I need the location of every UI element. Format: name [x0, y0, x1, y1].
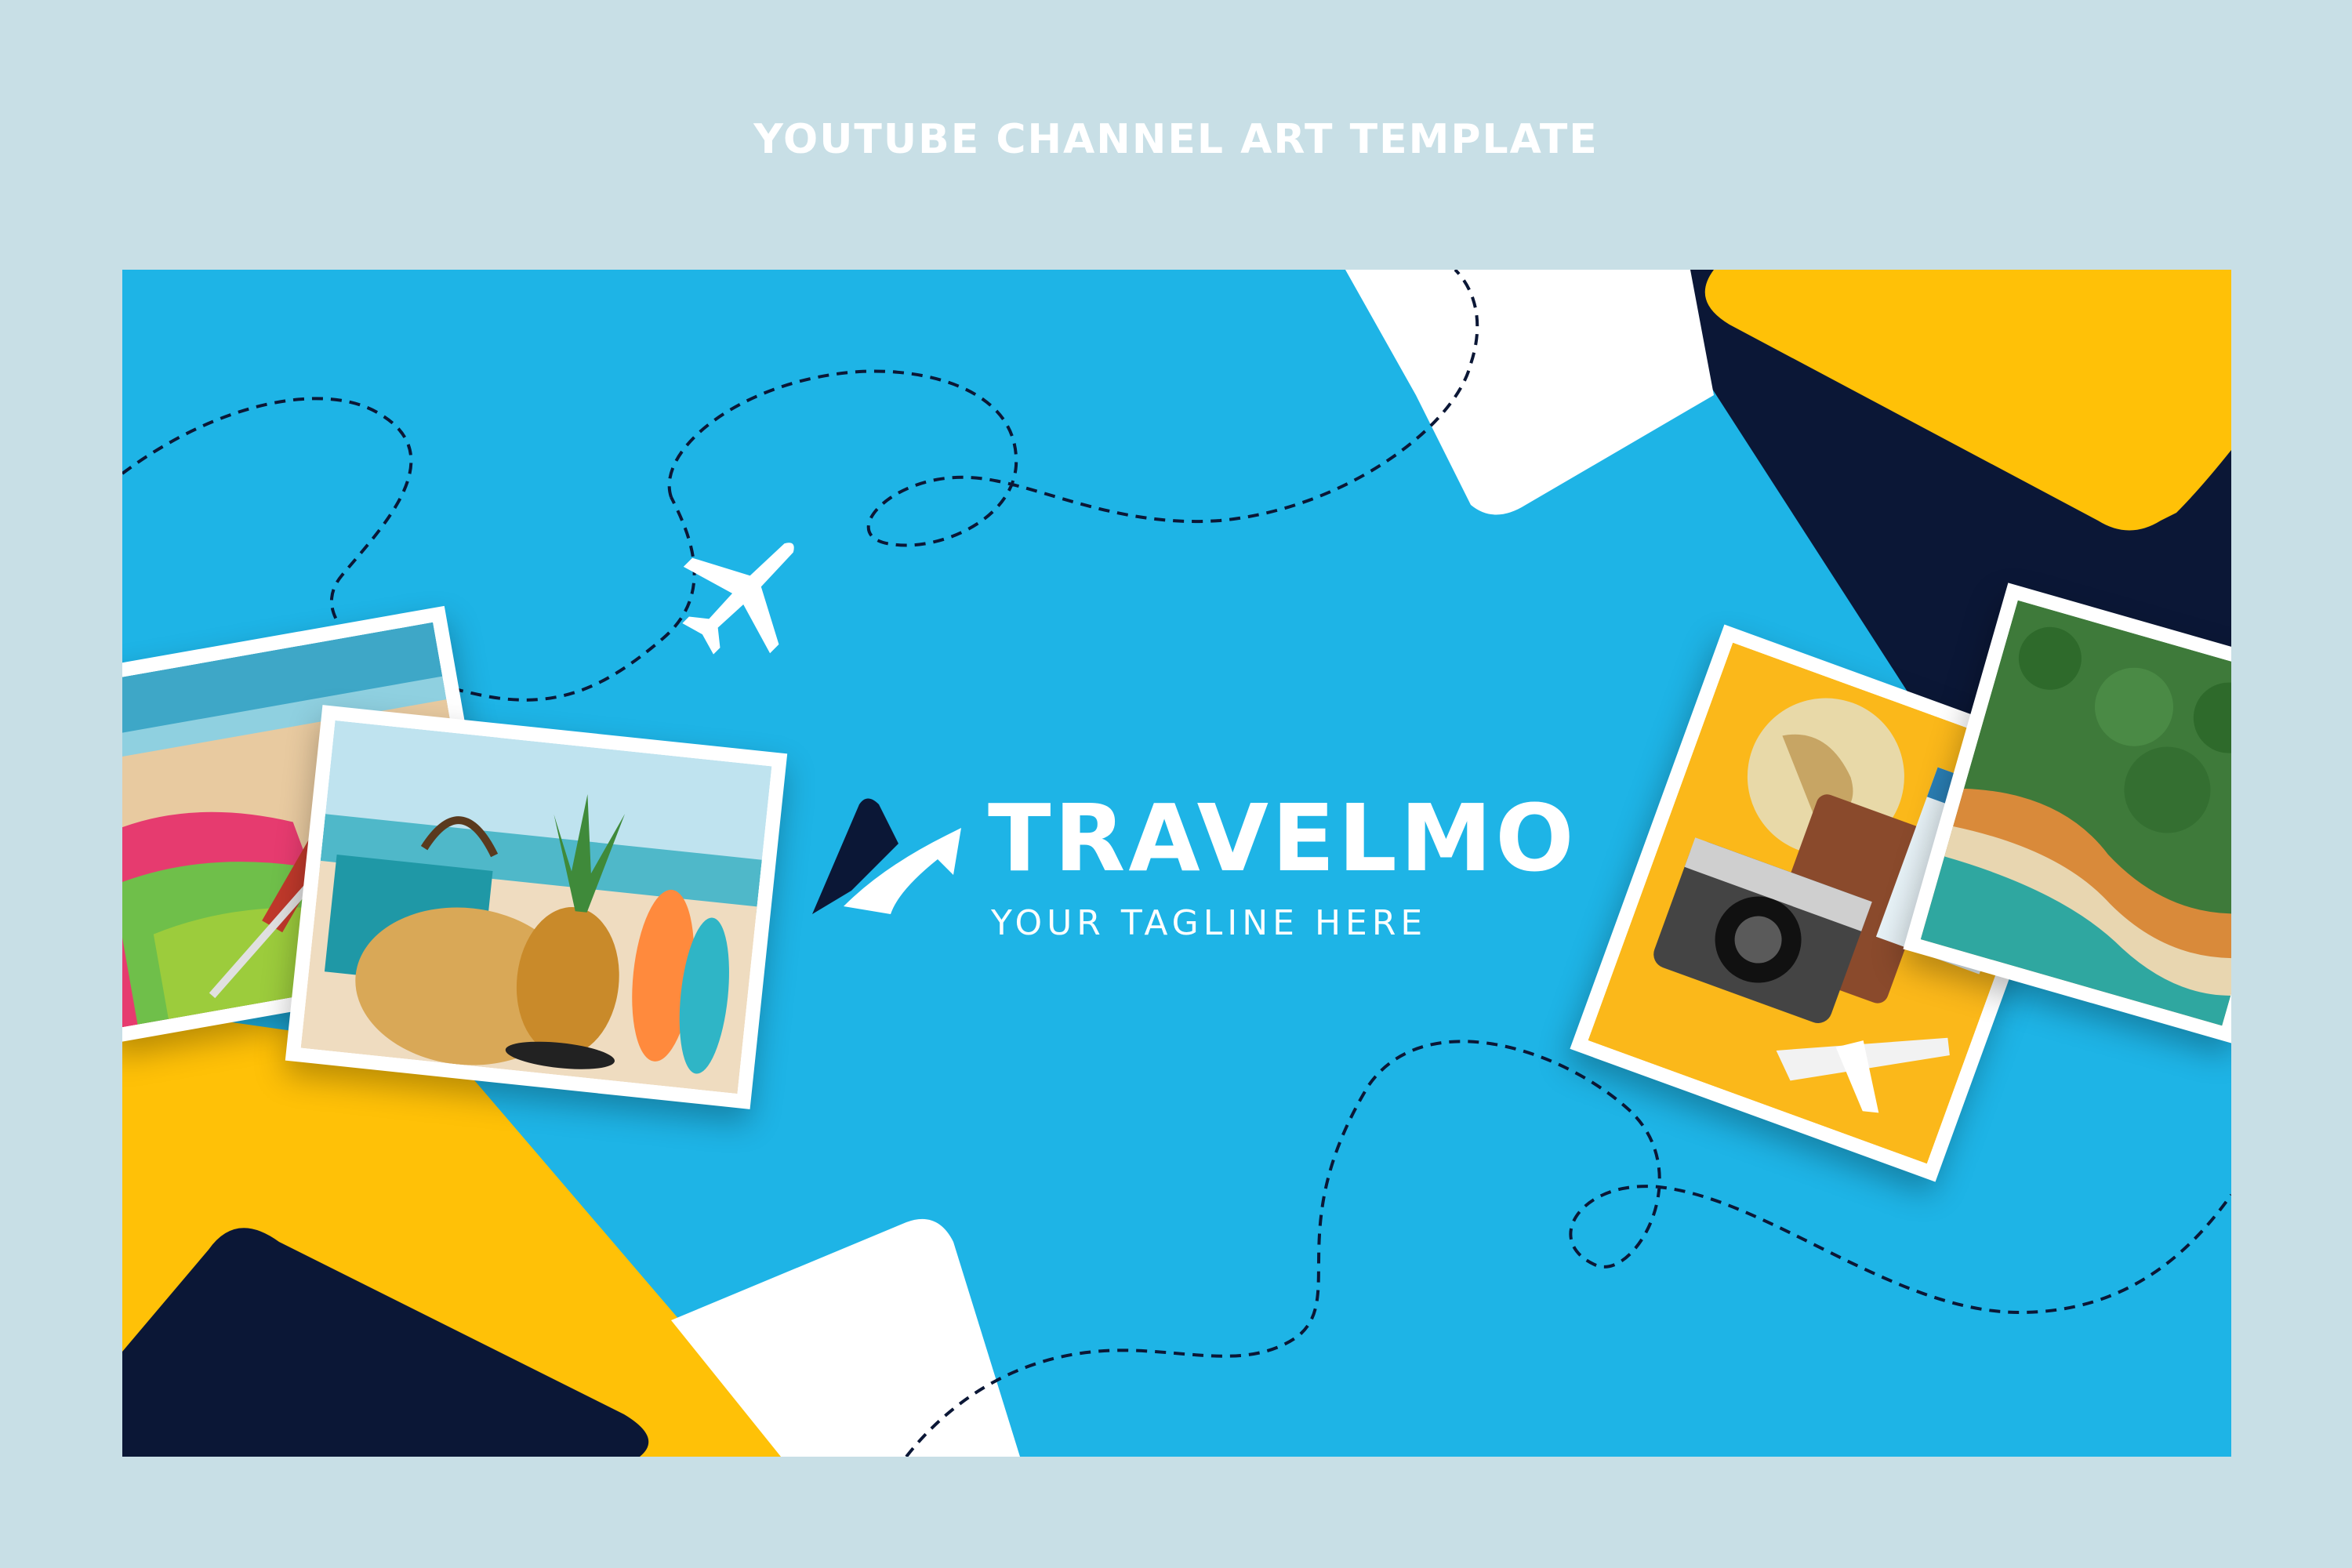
dashed-route-top-loop	[667, 270, 1479, 547]
travelmo-logo-icon	[812, 798, 961, 914]
page-heading: YOUTUBE CHANNEL ART TEMPLATE	[753, 116, 1599, 163]
brand-tagline: YOUR TAGLINE HERE	[991, 903, 1428, 943]
dashed-route-bottom	[905, 1040, 2231, 1457]
airplane-icon	[682, 543, 794, 655]
photo-pineapple-beach	[285, 705, 788, 1109]
brand-name: TRAVELMO	[988, 784, 1577, 892]
white-card-top	[1345, 270, 1714, 515]
channel-art-banner: TRAVELMO YOUR TAGLINE HERE	[122, 270, 2231, 1457]
brand-block: TRAVELMO YOUR TAGLINE HERE	[812, 787, 1596, 944]
